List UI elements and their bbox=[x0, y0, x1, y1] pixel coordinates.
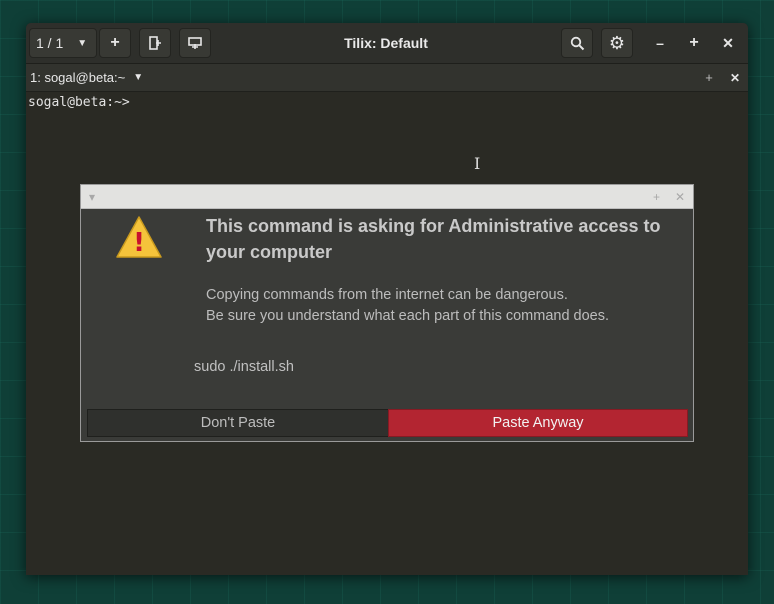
plus-icon: + bbox=[705, 70, 713, 85]
dialog-body-line: Copying commands from the internet can b… bbox=[206, 287, 568, 303]
text-cursor-icon: I bbox=[474, 154, 481, 173]
window-title: Tilix: Default bbox=[344, 35, 428, 51]
gear-icon: ⚙ bbox=[608, 32, 626, 53]
pasted-command: sudo ./install.sh bbox=[194, 359, 294, 375]
minimize-button[interactable]: – bbox=[646, 28, 674, 58]
close-button[interactable]: ✕ bbox=[714, 28, 742, 58]
terminal-prompt: sogal@beta:~> bbox=[28, 95, 130, 110]
terminal-tab-label: 1: sogal@beta:~ bbox=[30, 70, 126, 85]
dialog-close-icon[interactable]: ✕ bbox=[675, 185, 685, 208]
dialog-body-line: Be sure you understand what each part of… bbox=[206, 308, 610, 324]
close-icon: ✕ bbox=[729, 70, 741, 85]
add-session-button[interactable]: + bbox=[99, 28, 131, 58]
close-icon: ✕ bbox=[722, 34, 734, 51]
search-button[interactable] bbox=[561, 28, 593, 58]
tab-add-button[interactable]: + bbox=[699, 64, 719, 91]
dialog-heading: This command is asking for Administrativ… bbox=[206, 216, 661, 262]
minimize-icon: – bbox=[656, 35, 664, 51]
warning-icon: ! bbox=[116, 216, 162, 258]
triangle-down-icon: ▼ bbox=[77, 37, 88, 49]
terminal-tab-bar: 1: sogal@beta:~ ▼ + ✕ bbox=[26, 64, 748, 92]
dialog-menu-icon[interactable]: ▾ bbox=[89, 185, 95, 208]
triangle-down-icon[interactable]: ▼ bbox=[133, 72, 143, 83]
dialog-maximize-icon[interactable]: + bbox=[653, 185, 660, 208]
split-down-icon bbox=[188, 37, 202, 49]
session-count-label: 1 / 1 bbox=[36, 35, 64, 51]
unsafe-paste-dialog: ▾ + ✕ ! This command is asking for Admin… bbox=[80, 184, 694, 442]
add-terminal-down-button[interactable] bbox=[179, 28, 211, 58]
terminal-tab[interactable]: 1: sogal@beta:~ ▼ bbox=[30, 64, 143, 91]
maximize-button[interactable]: + bbox=[680, 28, 708, 58]
header-bar: 1 / 1 ▼ + Tilix: Default ⚙ – + ✕ bbox=[26, 23, 748, 64]
plus-icon: + bbox=[110, 34, 120, 51]
add-terminal-right-button[interactable] bbox=[139, 28, 171, 58]
search-icon bbox=[570, 36, 584, 50]
dialog-titlebar: ▾ + ✕ bbox=[81, 185, 693, 209]
dialog-body: Copying commands from the internet can b… bbox=[206, 285, 676, 327]
session-switcher-button[interactable]: 1 / 1 ▼ bbox=[29, 28, 97, 58]
settings-button[interactable]: ⚙ bbox=[601, 28, 633, 58]
dont-paste-button[interactable]: Don't Paste bbox=[87, 409, 389, 437]
maximize-icon: + bbox=[689, 34, 699, 51]
tab-close-button[interactable]: ✕ bbox=[725, 64, 745, 91]
split-right-icon bbox=[149, 36, 161, 50]
paste-anyway-button[interactable]: Paste Anyway bbox=[388, 409, 688, 437]
warning-mark: ! bbox=[133, 228, 145, 258]
